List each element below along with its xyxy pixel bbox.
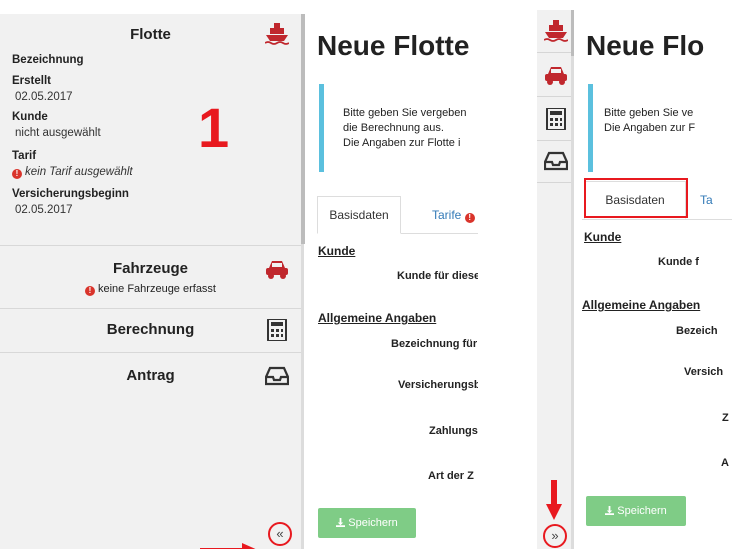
- highlight-box: [584, 178, 688, 218]
- sidebar-divider: [537, 52, 571, 53]
- berechnung-title: Berechnung: [106, 321, 195, 338]
- car-icon: [266, 261, 288, 279]
- field-label-versicherungsbeginn: Versicherungsb: [398, 379, 478, 391]
- expand-sidebar-button[interactable]: »: [543, 524, 567, 548]
- save-button-label: Speichern: [348, 517, 398, 529]
- erstellt-label: Erstellt: [12, 75, 51, 87]
- field-label-bezeichnung: Bezeichnung für: [391, 338, 478, 350]
- field-label-versicherungsbeginn: Versich: [684, 366, 724, 378]
- main-content: Neue Flotte Bitte geben Sie vergeben die…: [305, 0, 478, 549]
- tarif-warning-text: kein Tarif ausgewählt: [25, 166, 133, 178]
- screenshot-panel-expanded: Flotte Bezeichnung Erstellt 02.05.2017 K…: [0, 0, 478, 549]
- save-button[interactable]: Speichern: [586, 496, 686, 526]
- sidebar-section-fahrzeuge[interactable]: Fahrzeuge ! keine Fahrzeuge erfasst: [0, 246, 301, 308]
- field-label-art: A: [721, 457, 729, 469]
- sidebar-divider: [537, 182, 571, 183]
- tab-basisdaten[interactable]: Basisdaten: [317, 196, 401, 234]
- collapsed-sidebar: »: [537, 10, 575, 549]
- main-content: Neue Flo Bitte geben Sie ve Die Angaben …: [574, 0, 732, 549]
- inbox-icon[interactable]: [544, 150, 568, 172]
- warning-icon: !: [12, 169, 22, 179]
- field-label-kunde: Kunde f: [658, 256, 699, 268]
- field-label-zahlung: Zahlungs: [429, 425, 478, 437]
- tarif-label: Tarif: [12, 150, 37, 162]
- arrow-right-annotation: [200, 543, 256, 549]
- sidebar-section-antrag[interactable]: Antrag: [0, 353, 301, 397]
- erstellt-value: 02.05.2017: [15, 91, 73, 103]
- section-allgemeine-angaben: Allgemeine Angaben: [582, 298, 701, 312]
- sidebar-section-berechnung[interactable]: Berechnung: [0, 309, 301, 352]
- field-label-bezeichnung: Bezeich: [676, 325, 718, 337]
- flotte-title: Flotte: [130, 26, 171, 43]
- download-icon: [336, 518, 346, 527]
- section-kunde: Kunde: [318, 244, 356, 258]
- field-label-kunde: Kunde für diese: [397, 270, 478, 282]
- fahrzeuge-warning: ! keine Fahrzeuge erfasst: [0, 283, 301, 296]
- tab-tarife-label: Tarife: [432, 208, 462, 222]
- kunde-value: nicht ausgewählt: [15, 127, 101, 139]
- sidebar: Flotte Bezeichnung Erstellt 02.05.2017 K…: [0, 14, 305, 549]
- save-button[interactable]: Speichern: [318, 508, 416, 538]
- info-line: Bitte geben Sie ve: [604, 107, 694, 119]
- fahrzeuge-warning-text: keine Fahrzeuge erfasst: [97, 283, 216, 295]
- collapse-sidebar-button[interactable]: «: [268, 522, 292, 546]
- field-label-zahlung: Z: [722, 412, 729, 424]
- tab-tarife[interactable]: Tarife !: [432, 208, 478, 223]
- fahrzeuge-title: Fahrzeuge: [112, 260, 188, 277]
- ship-icon: [265, 23, 289, 45]
- tab-tarife[interactable]: Ta: [700, 193, 713, 207]
- warning-icon: !: [464, 213, 475, 223]
- car-icon[interactable]: [544, 64, 568, 86]
- download-icon: [605, 506, 615, 515]
- inbox-icon: [265, 366, 289, 386]
- info-line: die Berechnung aus.: [343, 122, 444, 134]
- calculator-icon: [267, 319, 287, 341]
- calculator-icon[interactable]: [544, 108, 568, 130]
- section-kunde: Kunde: [584, 230, 622, 244]
- info-line: Die Angaben zur Flotte i: [343, 137, 461, 149]
- sidebar-section-flotte[interactable]: Flotte Bezeichnung Erstellt 02.05.2017 K…: [0, 14, 301, 245]
- page-title: Neue Flo: [586, 30, 705, 61]
- info-line: Bitte geben Sie vergeben: [343, 107, 467, 119]
- antrag-title: Antrag: [126, 367, 175, 384]
- sidebar-divider: [537, 96, 571, 97]
- ship-icon[interactable]: [544, 20, 568, 42]
- info-line: Die Angaben zur F: [604, 122, 696, 134]
- arrow-down-annotation: [546, 480, 562, 520]
- save-button-label: Speichern: [617, 505, 667, 517]
- bezeichnung-label: Bezeichnung: [12, 54, 84, 66]
- tabs-bar: [582, 219, 732, 220]
- field-label-art: Art der Z: [428, 470, 474, 482]
- versicherungsbeginn-label: Versicherungsbeginn: [12, 188, 129, 200]
- section-allgemeine-angaben: Allgemeine Angaben: [318, 311, 437, 325]
- tarif-value: ! kein Tarif ausgewählt: [12, 166, 133, 179]
- screenshot-panel-collapsed: » Neue Flo Bitte geben Sie ve Die Angabe…: [478, 0, 732, 549]
- sidebar-divider: [537, 140, 571, 141]
- annotation-number: 1: [198, 96, 230, 159]
- versicherungsbeginn-value: 02.05.2017: [15, 204, 73, 216]
- warning-icon: !: [84, 286, 95, 296]
- kunde-label: Kunde: [12, 111, 48, 123]
- page-title: Neue Flotte: [317, 30, 470, 61]
